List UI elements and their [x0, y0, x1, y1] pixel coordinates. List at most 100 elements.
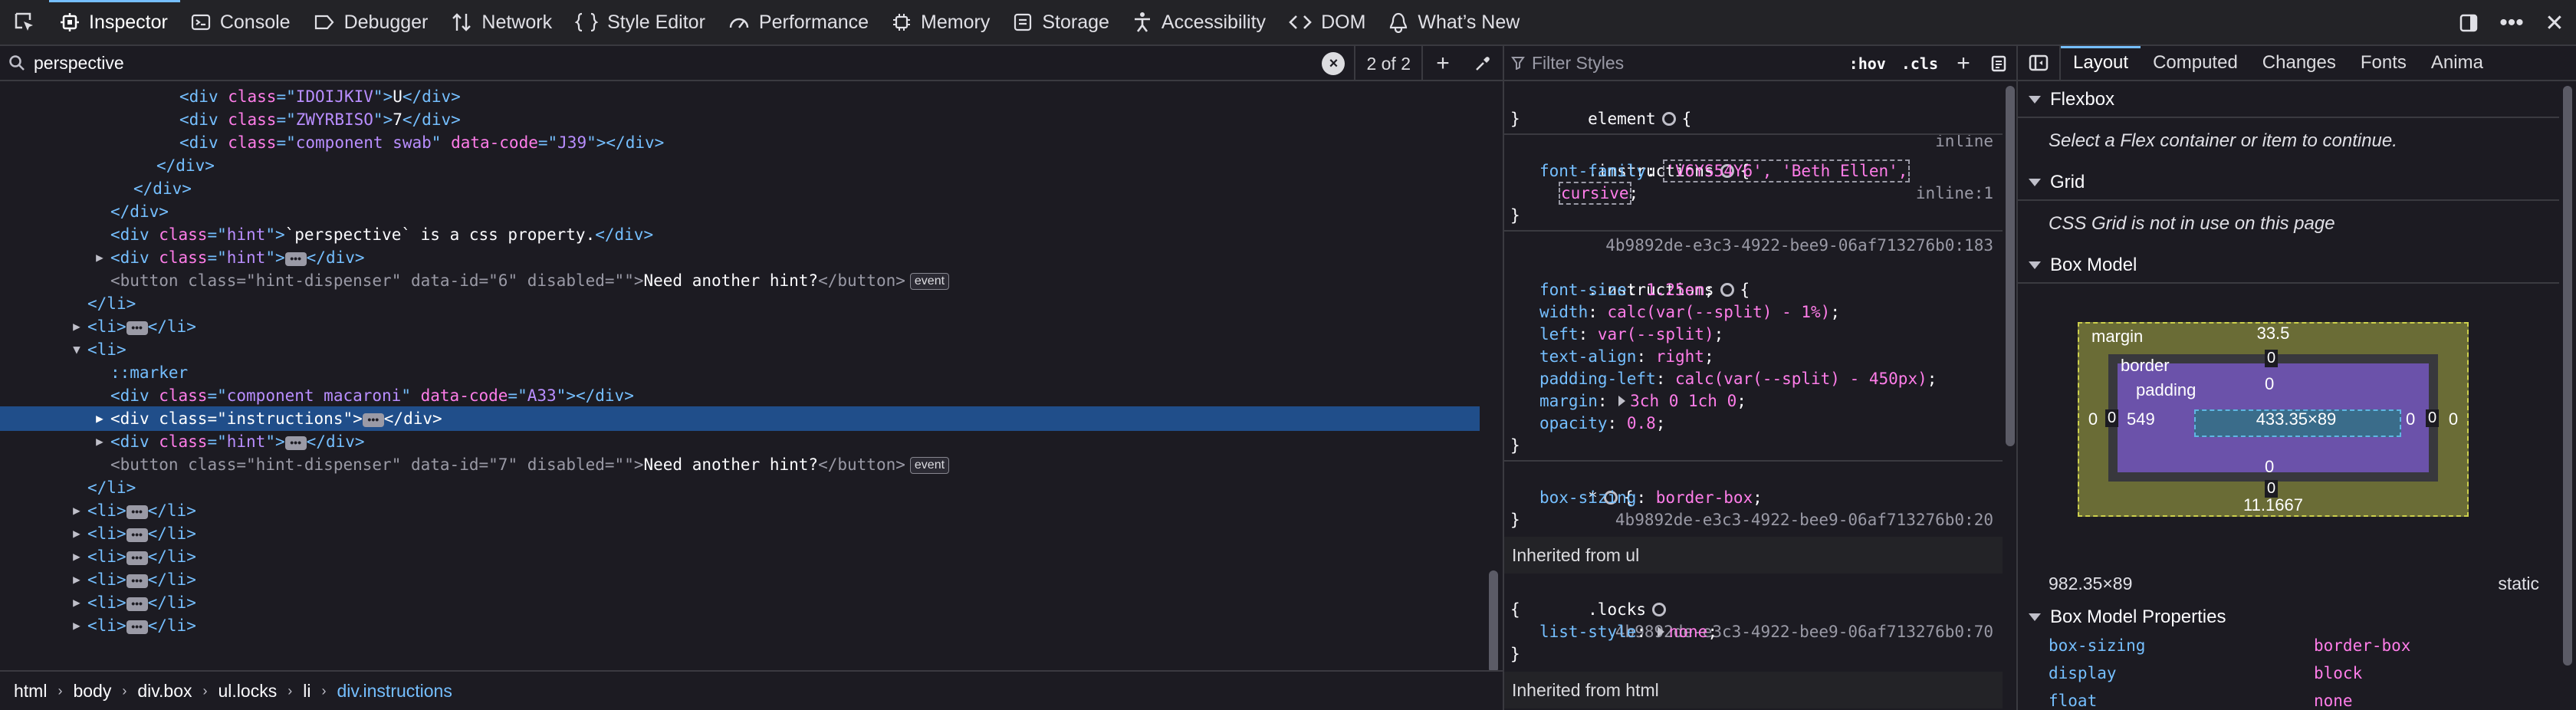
breadcrumb-item[interactable]: div.box [137, 681, 192, 702]
rule-source-line[interactable]: 4b9892de-e3c3-4922-bee9-06af713276b0:183 [1504, 235, 2003, 257]
css-declaration[interactable]: padding-left: calc(var(--split) - 450px)… [1504, 368, 2003, 390]
universal-rule-header[interactable]: *{ 4b9892de-e3c3-4922-bee9-06af713276b0:… [1504, 465, 2003, 529]
property-value[interactable]: right [1656, 347, 1704, 366]
collapsed-children-icon[interactable]: ••• [362, 413, 384, 427]
tab-network[interactable]: Network [440, 0, 564, 45]
sidebar-tab-fonts[interactable]: Fonts [2348, 46, 2419, 80]
property-name[interactable]: margin [1539, 392, 1598, 410]
markup-node-row[interactable]: ▶ <div class="hint"> ••• </div> [0, 245, 1480, 270]
tab-inspector[interactable]: Inspector [49, 0, 180, 45]
list-style-declaration[interactable]: list-style: none; [1504, 621, 2003, 643]
flexbox-section-header[interactable]: Flexbox [2018, 83, 2559, 118]
border-top-value[interactable]: 0 [2265, 350, 2279, 367]
margin-left-value[interactable]: 0 [2085, 409, 2101, 429]
margin-bottom-value[interactable]: 11.1667 [2231, 495, 2315, 515]
property-value[interactable]: border-box [1656, 488, 1753, 507]
font-family-declaration[interactable]: font-family: 'V6YS54Y6', 'Beth Ellen', [1504, 159, 2003, 182]
property-value[interactable]: 'V6YS54Y6', 'Beth Ellen', [1663, 159, 1911, 182]
tab-dom[interactable]: DOM [1278, 0, 1378, 45]
clear-search-icon[interactable]: × [1322, 52, 1346, 75]
closing-tag-row[interactable]: </li> [0, 475, 1480, 500]
grid-section-header[interactable]: Grid [2018, 166, 2559, 201]
add-node-button[interactable]: + [1423, 46, 1463, 81]
element-picker-button[interactable] [0, 0, 49, 45]
markup-node-row[interactable]: <div class="ZWYRBISO">7</div> [0, 107, 1480, 132]
markup-scrollbar[interactable] [1484, 83, 1503, 710]
property-name[interactable]: left [1539, 325, 1579, 343]
collapse-arrow-icon[interactable] [2029, 96, 2041, 104]
collapsed-children-icon[interactable]: ••• [126, 620, 148, 634]
property-name[interactable]: padding-left [1539, 370, 1656, 388]
collapsed-children-icon[interactable]: ••• [126, 551, 148, 565]
scroll-thumb[interactable] [2006, 86, 2015, 446]
collapse-arrow-icon[interactable]: ▶ [92, 406, 107, 431]
collapsed-children-icon[interactable]: ••• [284, 252, 307, 266]
locks-rule-header[interactable]: .locks 4b9892de-e3c3-4922-bee9-06af71327… [1504, 577, 2003, 641]
content-size-value[interactable]: 433.35×89 [2194, 409, 2398, 429]
margin-right-value[interactable]: 0 [2446, 409, 2461, 429]
expand-arrow-icon[interactable] [1657, 626, 1664, 637]
rules-scrollbar[interactable] [2003, 83, 2018, 710]
collapse-arrow-icon[interactable]: ▶ [69, 567, 84, 592]
instructions-inline-rule-header[interactable]: .instructions{ inline:1 [1504, 138, 2003, 202]
element-rule-header[interactable]: element{ inline [1504, 86, 2003, 150]
instructions-rule-header[interactable]: .instructions{ [1504, 257, 2003, 299]
breadcrumb-item[interactable]: li [303, 681, 310, 702]
tab-console[interactable]: Console [180, 0, 303, 45]
tab-what-s-new[interactable]: What’s New [1378, 0, 1532, 45]
css-declaration[interactable]: width: calc(var(--split) - 1%); [1504, 301, 2003, 324]
hover-states-toggle[interactable]: :hov [1842, 54, 1894, 73]
property-value[interactable]: calc(var(--split) - 450px) [1675, 370, 1927, 388]
property-name[interactable]: list-style [1539, 623, 1636, 641]
css-declaration[interactable]: font-size: 1.25em; [1504, 279, 2003, 301]
rule-source[interactable]: 4b9892de-e3c3-4922-bee9-06af713276b0:183 [1605, 235, 1993, 257]
padding-left-value[interactable]: 549 [2127, 409, 2155, 429]
closing-tag-row[interactable]: </div> [0, 176, 1480, 201]
property-name[interactable]: text-align [1539, 347, 1636, 366]
closing-tag-row[interactable]: </li> [0, 291, 1480, 316]
box-sizing-declaration[interactable]: box-sizing: border-box; [1504, 487, 2003, 509]
breadcrumb-item[interactable]: div.instructions [337, 681, 452, 702]
property-name[interactable]: opacity [1539, 414, 1608, 432]
markup-node-row[interactable]: ▶ <div class="instructions"> ••• </div> [0, 406, 1480, 431]
expand-arrow-icon[interactable]: ▼ [69, 337, 84, 362]
sidebar-tab-layout[interactable]: Layout [2061, 46, 2141, 80]
markup-node-row[interactable]: ▶ <li> ••• </li> [0, 590, 1480, 615]
tab-style-editor[interactable]: Style Editor [564, 0, 718, 45]
css-declaration[interactable]: text-align: right; [1504, 346, 2003, 368]
border-left-value[interactable]: 0 [2105, 409, 2119, 427]
filter-styles-input[interactable]: Filter Styles [1532, 53, 1624, 74]
property-value[interactable]: 3ch 0 1ch 0 [1630, 392, 1737, 410]
collapse-arrow-icon[interactable]: ▶ [92, 429, 107, 454]
class-toggle[interactable]: .cls [1894, 54, 1946, 73]
collapsed-children-icon[interactable]: ••• [126, 528, 148, 542]
event-badge[interactable]: event [909, 273, 950, 290]
markup-node-row[interactable]: <div class="component macaroni" data-cod… [0, 383, 1480, 408]
collapse-arrow-icon[interactable]: ▶ [69, 613, 84, 638]
collapse-arrow-icon[interactable] [2029, 613, 2041, 621]
close-button[interactable]: ✕ [2533, 0, 2576, 46]
closing-tag-row[interactable]: </div> [0, 153, 1480, 178]
border-bottom-value[interactable]: 0 [2265, 480, 2279, 498]
more-button[interactable]: ••• [2490, 0, 2533, 46]
collapsed-children-icon[interactable]: ••• [284, 436, 307, 450]
markup-node-row[interactable]: <button class="hint-dispenser" data-id="… [0, 452, 1480, 477]
property-value[interactable]: 1.25em [1646, 281, 1704, 299]
property-name[interactable]: width [1539, 303, 1588, 321]
eyedropper-button[interactable] [1463, 46, 1503, 81]
sidebar-tab-computed[interactable]: Computed [2141, 46, 2250, 80]
markup-node-row[interactable]: ▶ <li> ••• </li> [0, 567, 1480, 592]
toggle-3-pane-button[interactable] [2018, 46, 2061, 80]
box-model-property[interactable]: box-sizing border-box [2049, 636, 2539, 662]
tab-storage[interactable]: Storage [1002, 0, 1122, 45]
markup-node-row[interactable]: <button class="hint-dispenser" data-id="… [0, 268, 1480, 293]
collapse-arrow-icon[interactable] [2029, 261, 2041, 269]
css-declaration[interactable]: margin: 3ch 0 1ch 0; [1504, 390, 2003, 413]
property-name[interactable]: font-family [1539, 162, 1646, 180]
markup-node-row[interactable]: ▶ <li> ••• </li> [0, 613, 1480, 638]
closing-tag-row[interactable]: </div> [0, 199, 1480, 224]
collapsed-children-icon[interactable]: ••• [126, 321, 148, 335]
property-value[interactable]: none [1669, 623, 1708, 641]
css-declaration[interactable]: left: var(--split); [1504, 324, 2003, 346]
markup-node-row[interactable]: <div class="IDOIJKIV">U</div> [0, 84, 1480, 109]
